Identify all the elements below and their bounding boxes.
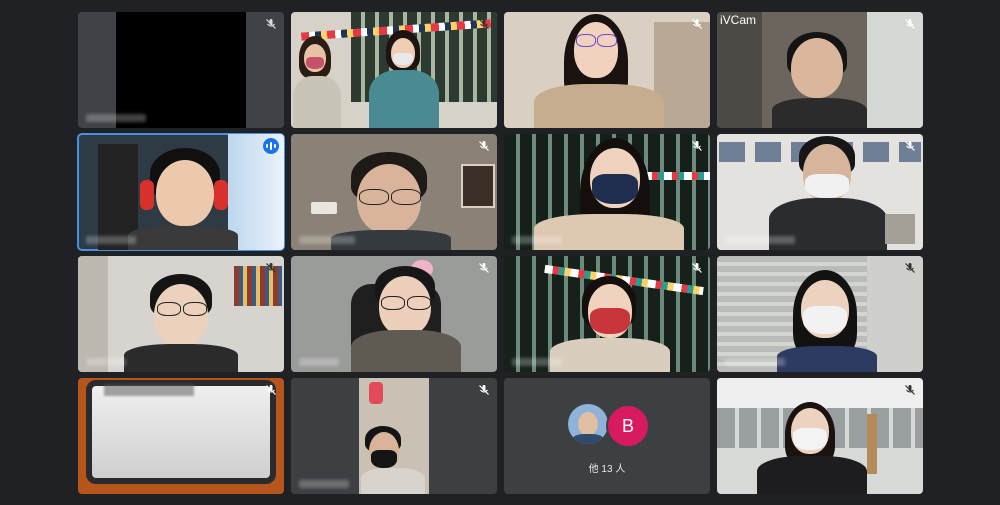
participant-tile-2[interactable]	[291, 12, 497, 128]
mic-muted-icon	[477, 383, 491, 397]
participant-name	[86, 358, 126, 366]
participant-name	[725, 358, 785, 366]
mic-muted-icon	[264, 383, 278, 397]
participant-name	[299, 358, 339, 366]
participant-tile-1[interactable]	[78, 12, 284, 128]
participant-tile-9[interactable]	[78, 256, 284, 372]
others-tile[interactable]: B 他 13 人	[504, 378, 710, 494]
wall-picture	[461, 164, 495, 208]
headphones	[140, 180, 154, 210]
mic-muted-icon	[690, 139, 704, 153]
speaking-indicator-icon	[263, 138, 279, 154]
mic-muted-icon	[477, 17, 491, 31]
avatar-photo	[568, 404, 608, 444]
participant-name	[86, 114, 146, 122]
participant-tile-5-speaking[interactable]	[77, 133, 285, 251]
participant-face	[574, 22, 618, 78]
participant-tile-12[interactable]	[717, 256, 923, 372]
others-count: 他 13 人	[588, 464, 626, 475]
mic-muted-icon	[690, 17, 704, 31]
mic-muted-icon	[903, 383, 917, 397]
participant-tile-13[interactable]	[78, 378, 284, 494]
participant-face	[156, 160, 214, 226]
participant-name	[299, 236, 355, 244]
participant-name	[512, 358, 562, 366]
participant-name	[725, 236, 795, 244]
camera-label: iVCam	[720, 13, 757, 27]
mic-muted-icon	[903, 261, 917, 275]
participant-tile-11[interactable]	[504, 256, 710, 372]
participant-tile-14[interactable]	[291, 378, 497, 494]
participant-name	[299, 480, 349, 488]
mic-muted-icon	[264, 261, 278, 275]
participant-tile-4[interactable]: iVCam	[717, 12, 923, 128]
mic-muted-icon	[264, 17, 278, 31]
participant-name	[86, 236, 136, 244]
avatar-letter: B	[606, 404, 650, 448]
mic-muted-icon	[477, 261, 491, 275]
mic-muted-icon	[477, 139, 491, 153]
participant-tile-8[interactable]	[717, 134, 923, 250]
video-black	[116, 12, 246, 128]
participant-tile-15[interactable]	[717, 378, 923, 494]
mic-muted-icon	[903, 17, 917, 31]
participant-face	[791, 38, 843, 98]
participant-tile-10[interactable]	[291, 256, 497, 372]
mic-muted-icon	[690, 261, 704, 275]
mic-muted-icon	[903, 139, 917, 153]
participant-tile-7[interactable]	[504, 134, 710, 250]
participant-tile-6[interactable]	[291, 134, 497, 250]
participant-name	[512, 236, 562, 244]
participant-tile-3[interactable]	[504, 12, 710, 128]
